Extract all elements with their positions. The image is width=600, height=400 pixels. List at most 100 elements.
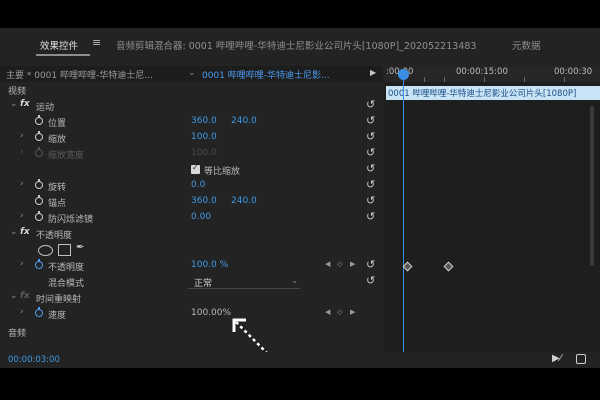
property-anchor-label: 锚点 xyxy=(48,199,67,209)
reset-icon[interactable]: ↺ xyxy=(366,274,375,287)
stopwatch-icon[interactable] xyxy=(35,131,43,141)
antiflicker-value[interactable]: 0.00 xyxy=(191,212,211,222)
fx-icon[interactable]: fx xyxy=(20,291,30,301)
chevron-right-icon[interactable]: › xyxy=(20,179,24,189)
reset-icon[interactable]: ↺ xyxy=(366,178,375,191)
reset-icon[interactable]: ↺ xyxy=(366,130,375,143)
opacity-value[interactable]: 100.0 % xyxy=(191,260,228,270)
property-uniform-scale: 等比缩放 ↺ xyxy=(0,162,382,178)
reset-icon[interactable]: ↺ xyxy=(366,210,375,223)
master-clip-bar: 主要 * 0001 哔哩哔哩-华特迪士尼... ⌄ 0001 哔哩哔哩-华特迪士… xyxy=(0,66,382,82)
property-position-label: 位置 xyxy=(48,119,67,129)
property-speed: › 速度 100.00% ◀ ◇ ▶ xyxy=(0,306,382,322)
chevron-down-icon[interactable]: ⌄ xyxy=(10,99,18,109)
property-scale-width: › 缩放宽度 100.0 ↺ xyxy=(0,146,382,162)
reset-icon[interactable]: ↺ xyxy=(366,114,375,127)
property-antiflicker-label: 防闪烁滤镜 xyxy=(48,215,94,225)
chevron-right-icon[interactable]: › xyxy=(20,307,24,317)
filter-play-icon[interactable]: ▶⁄ xyxy=(552,353,561,364)
rectangle-mask-icon[interactable] xyxy=(58,244,71,256)
scale-value[interactable]: 100.0 xyxy=(191,132,217,142)
stopwatch-icon[interactable] xyxy=(35,179,43,189)
panel-menu-icon[interactable]: ≡ xyxy=(92,36,101,49)
property-anchor: 锚点 360.0 240.0 ↺ xyxy=(0,194,382,210)
effect-motion[interactable]: ⌄ fx 运动 ↺ xyxy=(0,98,382,114)
keyframe-timeline[interactable]: :00:00 00:00:15:00 00:00:30 0001 哔哩哔哩-华特… xyxy=(384,66,600,368)
timeline-clip-name: 0001 哔哩哔哩-华特迪士尼影业公司片头[1080P] xyxy=(388,89,577,99)
property-blend-mode: 混合模式 正常 ⌄ ↺ xyxy=(0,274,382,290)
next-keyframe-icon[interactable]: ▶ xyxy=(350,308,355,316)
property-rotation-label: 旋转 xyxy=(48,183,67,193)
panel-tab-bar: 效果控件 ≡ 音频剪辑混合器: 0001 哔哩哔哩-华特迪士尼影业公司片头[10… xyxy=(0,28,600,58)
reset-icon[interactable]: ↺ xyxy=(366,98,375,111)
next-keyframe-icon[interactable]: ▶ xyxy=(350,260,355,268)
stopwatch-icon[interactable] xyxy=(35,259,43,269)
pen-mask-icon[interactable]: ✒ xyxy=(76,242,84,253)
chevron-down-icon[interactable]: ⌄ xyxy=(188,68,196,78)
anchor-y-value[interactable]: 240.0 xyxy=(231,196,257,206)
panel-footer: 00:00:03:00 ▶⁄ xyxy=(0,352,600,368)
rotation-value[interactable]: 0.0 xyxy=(191,180,205,190)
opacity-keyframe[interactable] xyxy=(443,261,454,272)
fx-icon[interactable]: fx xyxy=(20,99,30,109)
reset-icon[interactable]: ↺ xyxy=(366,194,375,207)
section-audio-label: 音频 xyxy=(8,329,27,339)
blend-mode-select[interactable]: 正常 ⌄ xyxy=(188,274,300,289)
effect-time-remap[interactable]: ⌄ fx 时间重映射 xyxy=(0,290,382,306)
ruler-mark xyxy=(424,77,425,82)
chevron-down-icon[interactable]: ⌄ xyxy=(10,227,18,237)
property-opacity: › 不透明度 100.0 % ◀ ◇ ▶ ↺ xyxy=(0,258,382,274)
anchor-x-value[interactable]: 360.0 xyxy=(191,196,217,206)
reset-icon[interactable]: ↺ xyxy=(366,258,375,271)
tab-effect-controls[interactable]: 效果控件 xyxy=(40,38,78,52)
property-scale: › 缩放 100.0 ↺ xyxy=(0,130,382,146)
tab-metadata[interactable]: 元数据 xyxy=(512,38,541,52)
property-opacity-label: 不透明度 xyxy=(48,263,85,273)
chevron-right-icon: › xyxy=(20,147,24,157)
export-icon[interactable] xyxy=(576,354,586,364)
property-speed-label: 速度 xyxy=(48,311,67,321)
master-clip-label: 主要 * 0001 哔哩哔哩-华特迪士尼... xyxy=(6,71,153,81)
property-scale-label: 缩放 xyxy=(48,135,67,145)
stopwatch-icon[interactable] xyxy=(35,211,43,221)
ellipse-mask-icon[interactable] xyxy=(38,245,53,256)
ruler-tick-label: 00:00:15:00 xyxy=(456,67,508,77)
chevron-down-icon[interactable]: ⌄ xyxy=(10,291,18,301)
effect-opacity-label: 不透明度 xyxy=(36,231,73,241)
add-keyframe-icon[interactable]: ◇ xyxy=(337,308,342,316)
effect-controls-list: 主要 * 0001 哔哩哔哩-华特迪士尼... ⌄ 0001 哔哩哔哩-华特迪士… xyxy=(0,66,382,368)
stopwatch-icon[interactable] xyxy=(35,115,43,125)
reset-icon[interactable]: ↺ xyxy=(366,146,375,159)
chevron-down-icon: ⌄ xyxy=(291,276,298,285)
ruler-mark xyxy=(484,77,485,82)
active-tab-indicator xyxy=(36,54,90,56)
position-y-value[interactable]: 240.0 xyxy=(231,116,257,126)
tab-audio-clip-mixer[interactable]: 音频剪辑混合器: 0001 哔哩哔哩-华特迪士尼影业公司片头[1080P]_20… xyxy=(116,38,476,52)
stopwatch-icon[interactable] xyxy=(35,307,43,317)
opacity-keyframe[interactable] xyxy=(402,261,413,272)
effect-motion-label: 运动 xyxy=(36,103,55,113)
speed-value[interactable]: 100.00% xyxy=(191,308,231,318)
property-rotation: › 旋转 0.0 ↺ xyxy=(0,178,382,194)
current-timecode[interactable]: 00:00:03:00 xyxy=(8,355,60,365)
effect-opacity[interactable]: ⌄ fx 不透明度 xyxy=(0,226,382,242)
time-ruler[interactable]: :00:00 00:00:15:00 00:00:30 xyxy=(384,66,600,82)
reset-icon[interactable]: ↺ xyxy=(366,162,375,175)
position-x-value[interactable]: 360.0 xyxy=(191,116,217,126)
timeline-clip[interactable]: 0001 哔哩哔哩-华特迪士尼影业公司片头[1080P] xyxy=(386,86,600,100)
prev-keyframe-icon[interactable]: ◀ xyxy=(325,260,330,268)
playhead-handle[interactable] xyxy=(398,69,409,80)
uniform-scale-label: 等比缩放 xyxy=(204,167,241,177)
fx-icon[interactable]: fx xyxy=(20,227,30,237)
add-keyframe-icon[interactable]: ◇ xyxy=(337,260,342,268)
chevron-right-icon[interactable]: › xyxy=(20,211,24,221)
prev-keyframe-icon[interactable]: ◀ xyxy=(325,308,330,316)
play-icon[interactable]: ▶ xyxy=(370,68,376,77)
uniform-scale-checkbox[interactable] xyxy=(191,163,200,174)
chevron-right-icon[interactable]: › xyxy=(20,259,24,269)
stopwatch-icon[interactable] xyxy=(35,195,43,205)
property-blend-mode-label: 混合模式 xyxy=(48,279,85,289)
sequence-clip-label[interactable]: 0001 哔哩哔哩-华特迪士尼影... xyxy=(202,68,330,81)
chevron-right-icon[interactable]: › xyxy=(20,131,24,141)
vertical-scrollbar[interactable] xyxy=(590,106,594,266)
